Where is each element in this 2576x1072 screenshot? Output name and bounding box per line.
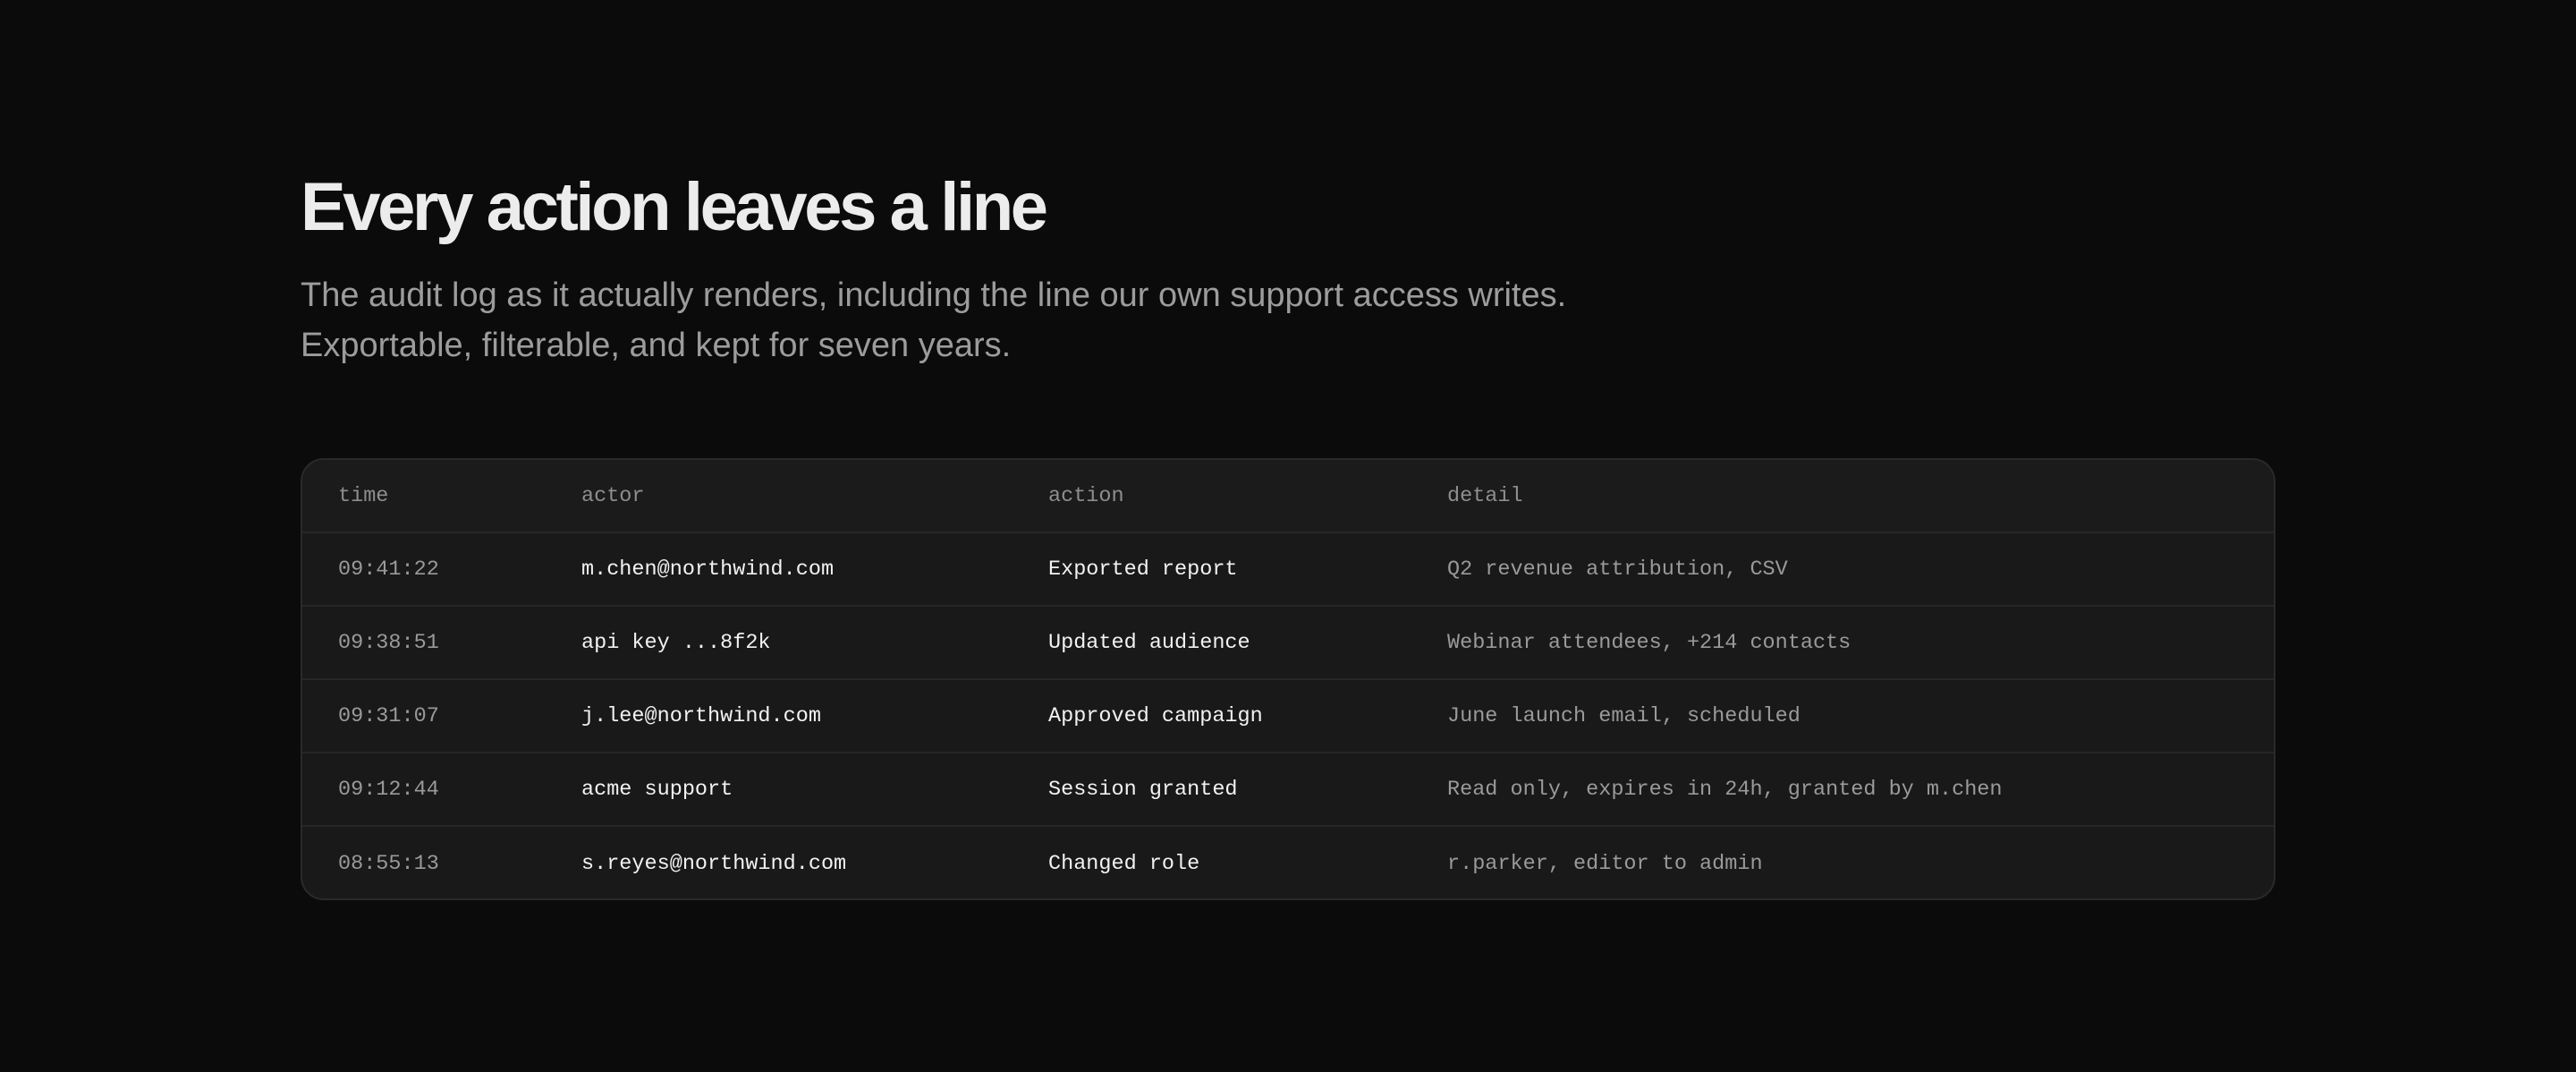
column-header-actor: actor bbox=[581, 483, 645, 508]
row-actor: api key ...8f2k bbox=[581, 630, 771, 655]
row-action: Exported report bbox=[1048, 557, 1238, 582]
row-actor: s.reyes@northwind.com bbox=[581, 851, 847, 876]
table-row: 08:55:13 s.reyes@northwind.com Changed r… bbox=[302, 827, 2274, 898]
row-time: 09:38:51 bbox=[338, 630, 439, 655]
row-action: Approved campaign bbox=[1048, 703, 1263, 728]
row-detail: June launch email, scheduled bbox=[1447, 703, 1801, 728]
column-header-action: action bbox=[1048, 483, 1124, 508]
audit-log-table: time actor action detail 09:41:22 m.chen… bbox=[301, 458, 2275, 900]
column-header-time: time bbox=[338, 483, 389, 508]
row-actor: j.lee@northwind.com bbox=[581, 703, 821, 728]
table-row: 09:12:44 acme support Session granted Re… bbox=[302, 753, 2274, 827]
row-detail: r.parker, editor to admin bbox=[1447, 851, 1763, 876]
row-detail: Read only, expires in 24h, granted by m.… bbox=[1447, 777, 2003, 802]
row-action: Session granted bbox=[1048, 777, 1238, 802]
column-header-detail: detail bbox=[1447, 483, 1523, 508]
row-action: Changed role bbox=[1048, 851, 1200, 876]
section-subtitle: The audit log as it actually renders, in… bbox=[301, 277, 1567, 364]
row-action: Updated audience bbox=[1048, 630, 1250, 655]
section-title: Every action leaves a line bbox=[301, 169, 1048, 245]
row-detail: Q2 revenue attribution, CSV bbox=[1447, 557, 1788, 582]
row-time: 09:41:22 bbox=[338, 557, 439, 582]
row-time: 09:12:44 bbox=[338, 777, 439, 802]
row-actor: acme support bbox=[581, 777, 733, 802]
table-row: 09:31:07 j.lee@northwind.com Approved ca… bbox=[302, 680, 2274, 753]
table-row: 09:38:51 api key ...8f2k Updated audienc… bbox=[302, 607, 2274, 680]
row-actor: m.chen@northwind.com bbox=[581, 557, 835, 582]
table-header-row: time actor action detail bbox=[302, 460, 2274, 533]
row-time: 09:31:07 bbox=[338, 703, 439, 728]
row-detail: Webinar attendees, +214 contacts bbox=[1447, 630, 1852, 655]
row-time: 08:55:13 bbox=[338, 851, 439, 876]
table-row: 09:41:22 m.chen@northwind.com Exported r… bbox=[302, 533, 2274, 607]
